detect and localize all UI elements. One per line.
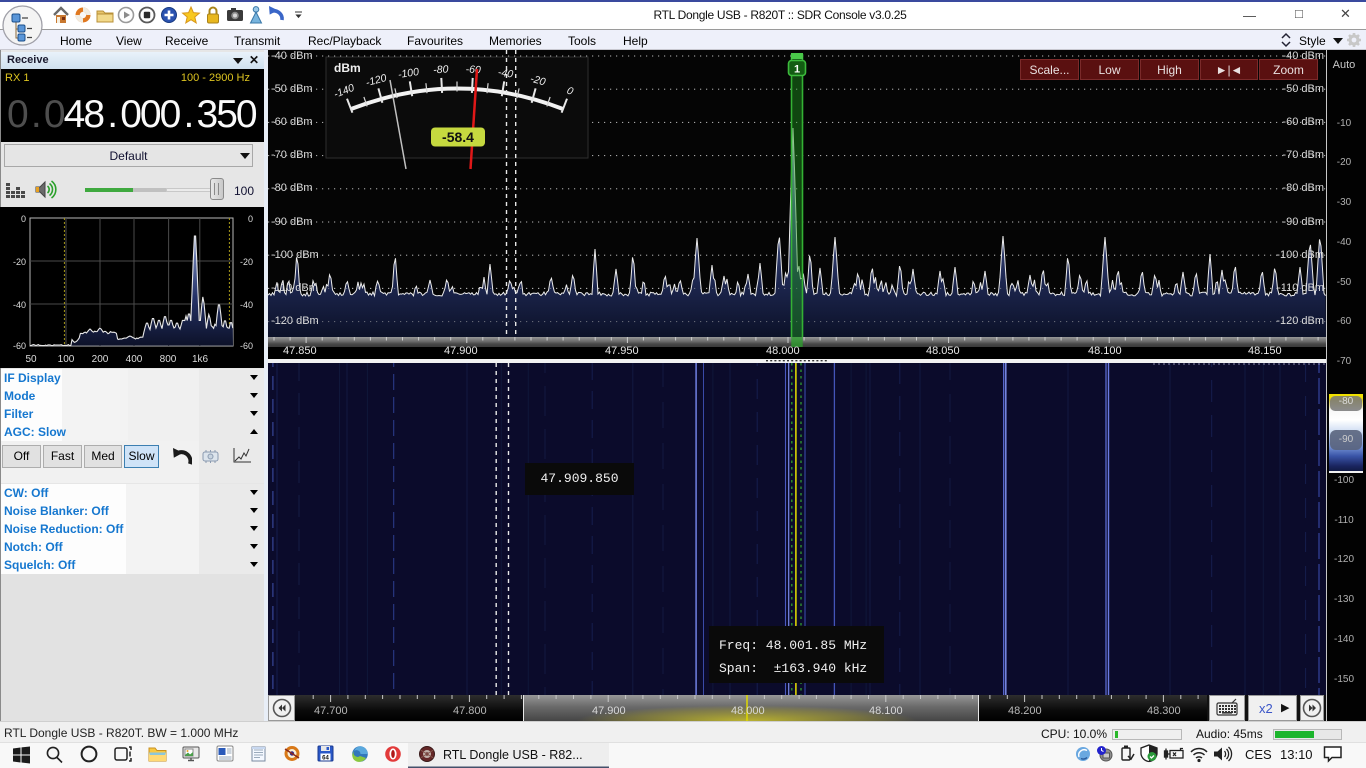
svg-text:-80: -80: [433, 64, 449, 77]
svg-text:-40: -40: [13, 300, 26, 310]
svg-text:1k6: 1k6: [192, 354, 209, 365]
svg-text:-40: -40: [240, 300, 253, 310]
svg-text:dBm: dBm: [334, 61, 361, 75]
svg-text:400: 400: [126, 354, 143, 365]
svg-text:0: 0: [248, 214, 253, 224]
svg-text:-60: -60: [240, 341, 253, 351]
svg-text:-40: -40: [497, 66, 514, 80]
svg-text:-20: -20: [13, 257, 26, 267]
svg-text:800: 800: [160, 354, 177, 365]
svg-text:50: 50: [25, 354, 37, 365]
svg-text:1: 1: [794, 64, 800, 76]
svg-text:-58.4: -58.4: [442, 129, 474, 145]
svg-text:64: 64: [322, 756, 329, 762]
svg-text:-60: -60: [13, 341, 26, 351]
svg-text:CES: CES: [1245, 747, 1272, 762]
svg-text:-20: -20: [240, 257, 253, 267]
svg-text:100: 100: [58, 354, 75, 365]
svg-text:13:10: 13:10: [1280, 747, 1313, 762]
svg-text:0: 0: [21, 214, 26, 224]
svg-text:-60: -60: [465, 64, 481, 77]
svg-text:200: 200: [92, 354, 109, 365]
